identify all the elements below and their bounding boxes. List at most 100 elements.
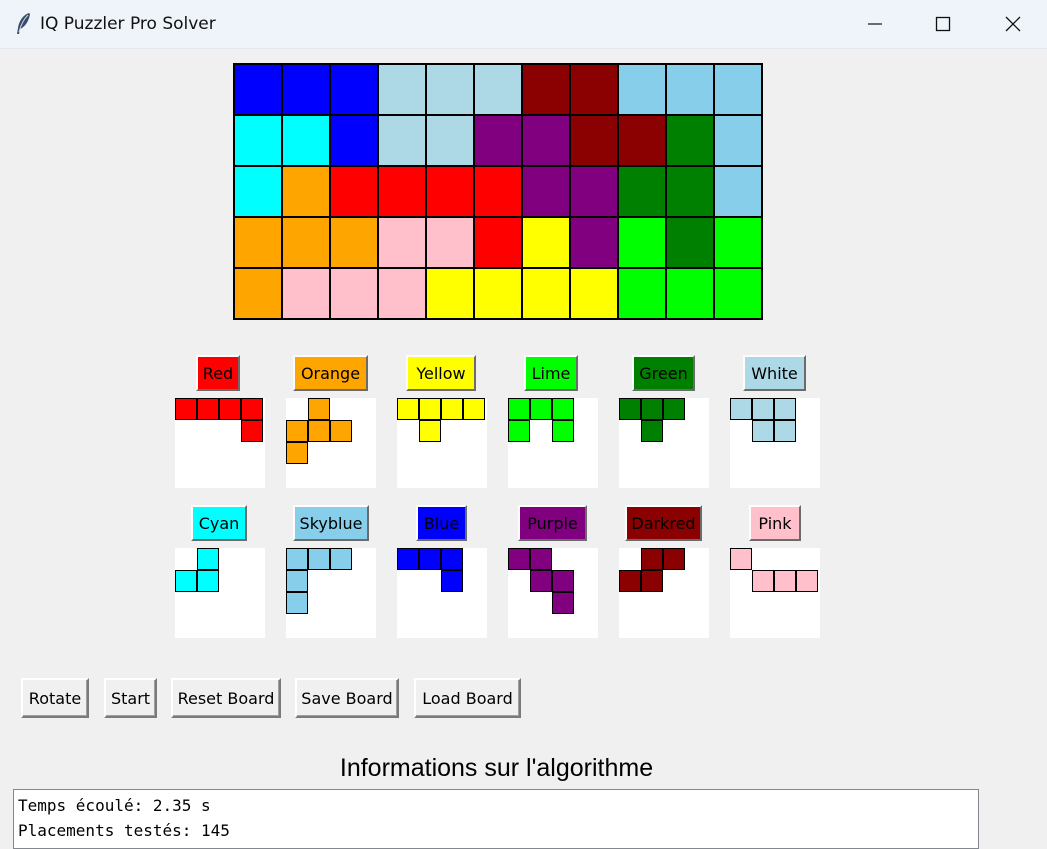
piece-cell (441, 570, 463, 592)
load-board-button[interactable]: Load Board (414, 678, 521, 718)
board-cell[interactable] (569, 165, 617, 216)
board-cell[interactable] (329, 114, 377, 165)
board-cell[interactable] (425, 267, 473, 318)
board-cell[interactable] (473, 267, 521, 318)
rotate-button[interactable]: Rotate (21, 678, 89, 718)
board-cell[interactable] (665, 63, 713, 114)
feather-icon (17, 13, 30, 34)
board-cell[interactable] (281, 114, 329, 165)
maximize-button[interactable] (908, 0, 978, 48)
piece-button-orange[interactable]: Orange (293, 355, 368, 391)
piece-cell (241, 398, 263, 420)
board-cell[interactable] (233, 114, 281, 165)
board-cell[interactable] (665, 267, 713, 318)
piece-button-purple[interactable]: Purple (518, 505, 587, 541)
info-title: Informations sur l'algorithme (339, 754, 654, 782)
piece-button-lime[interactable]: Lime (524, 355, 578, 391)
board-cell[interactable] (473, 165, 521, 216)
board-cell[interactable] (713, 165, 761, 216)
board-cell[interactable] (329, 216, 377, 267)
piece-button-darkred[interactable]: Darkred (625, 505, 702, 541)
board-cell[interactable] (617, 63, 665, 114)
reset-board-button[interactable]: Reset Board (171, 678, 281, 718)
piece-button-green[interactable]: Green (632, 355, 695, 391)
piece-button-blue[interactable]: Blue (416, 505, 467, 541)
piece-cell (419, 420, 441, 442)
piece-cell (552, 570, 574, 592)
board-cell[interactable] (569, 216, 617, 267)
piece-cell (197, 548, 219, 570)
piece-cell (175, 398, 197, 420)
board-cell[interactable] (329, 63, 377, 114)
board-cell[interactable] (377, 63, 425, 114)
board-cell[interactable] (329, 267, 377, 318)
piece-cell (752, 570, 774, 592)
board-cell[interactable] (713, 267, 761, 318)
piece-preview-white (730, 398, 820, 488)
piece-cell (619, 398, 641, 420)
board-cell[interactable] (233, 63, 281, 114)
board-cell[interactable] (617, 216, 665, 267)
board-cell[interactable] (713, 114, 761, 165)
board-cell[interactable] (425, 165, 473, 216)
board-cell[interactable] (425, 216, 473, 267)
board-cell[interactable] (665, 216, 713, 267)
minimize-button[interactable] (840, 0, 910, 48)
board-cell[interactable] (281, 63, 329, 114)
piece-preview-pink (730, 548, 820, 638)
piece-cell (774, 398, 796, 420)
piece-cell (552, 398, 574, 420)
info-textbox[interactable]: Temps écoulé: 2.35 s Placements testés: 1… (13, 789, 979, 849)
piece-cell (308, 548, 330, 570)
board-cell[interactable] (617, 114, 665, 165)
board-cell[interactable] (377, 216, 425, 267)
board-cell[interactable] (617, 267, 665, 318)
board-cell[interactable] (377, 114, 425, 165)
board-cell[interactable] (569, 267, 617, 318)
piece-cell (463, 398, 485, 420)
board-cell[interactable] (569, 63, 617, 114)
piece-cell (730, 398, 752, 420)
piece-button-white[interactable]: White (743, 355, 806, 391)
board-cell[interactable] (569, 114, 617, 165)
board-cell[interactable] (425, 63, 473, 114)
board-cell[interactable] (233, 216, 281, 267)
board-cell[interactable] (281, 165, 329, 216)
board-cell[interactable] (713, 63, 761, 114)
piece-cell (286, 592, 308, 614)
board-cell[interactable] (281, 216, 329, 267)
piece-button-skyblue[interactable]: Skyblue (293, 505, 369, 541)
board-cell[interactable] (521, 114, 569, 165)
puzzle-board[interactable] (233, 63, 763, 320)
board-cell[interactable] (329, 165, 377, 216)
piece-button-red[interactable]: Red (196, 355, 240, 391)
board-cell[interactable] (473, 114, 521, 165)
board-cell[interactable] (377, 267, 425, 318)
close-button[interactable] (978, 0, 1047, 48)
board-cell[interactable] (473, 63, 521, 114)
board-cell[interactable] (617, 165, 665, 216)
piece-preview-skyblue (286, 548, 376, 638)
board-cell[interactable] (521, 216, 569, 267)
board-cell[interactable] (233, 165, 281, 216)
board-cell[interactable] (425, 114, 473, 165)
piece-button-yellow[interactable]: Yellow (406, 355, 476, 391)
piece-cell (552, 420, 574, 442)
board-cell[interactable] (521, 267, 569, 318)
board-cell[interactable] (281, 267, 329, 318)
piece-preview-green (619, 398, 709, 488)
piece-cell (397, 398, 419, 420)
board-cell[interactable] (473, 216, 521, 267)
start-button[interactable]: Start (104, 678, 157, 718)
board-cell[interactable] (665, 114, 713, 165)
board-cell[interactable] (713, 216, 761, 267)
board-cell[interactable] (521, 63, 569, 114)
piece-button-pink[interactable]: Pink (749, 505, 801, 541)
piece-cell (530, 570, 552, 592)
piece-button-cyan[interactable]: Cyan (191, 505, 247, 541)
save-board-button[interactable]: Save Board (295, 678, 399, 718)
board-cell[interactable] (665, 165, 713, 216)
board-cell[interactable] (377, 165, 425, 216)
board-cell[interactable] (521, 165, 569, 216)
board-cell[interactable] (233, 267, 281, 318)
